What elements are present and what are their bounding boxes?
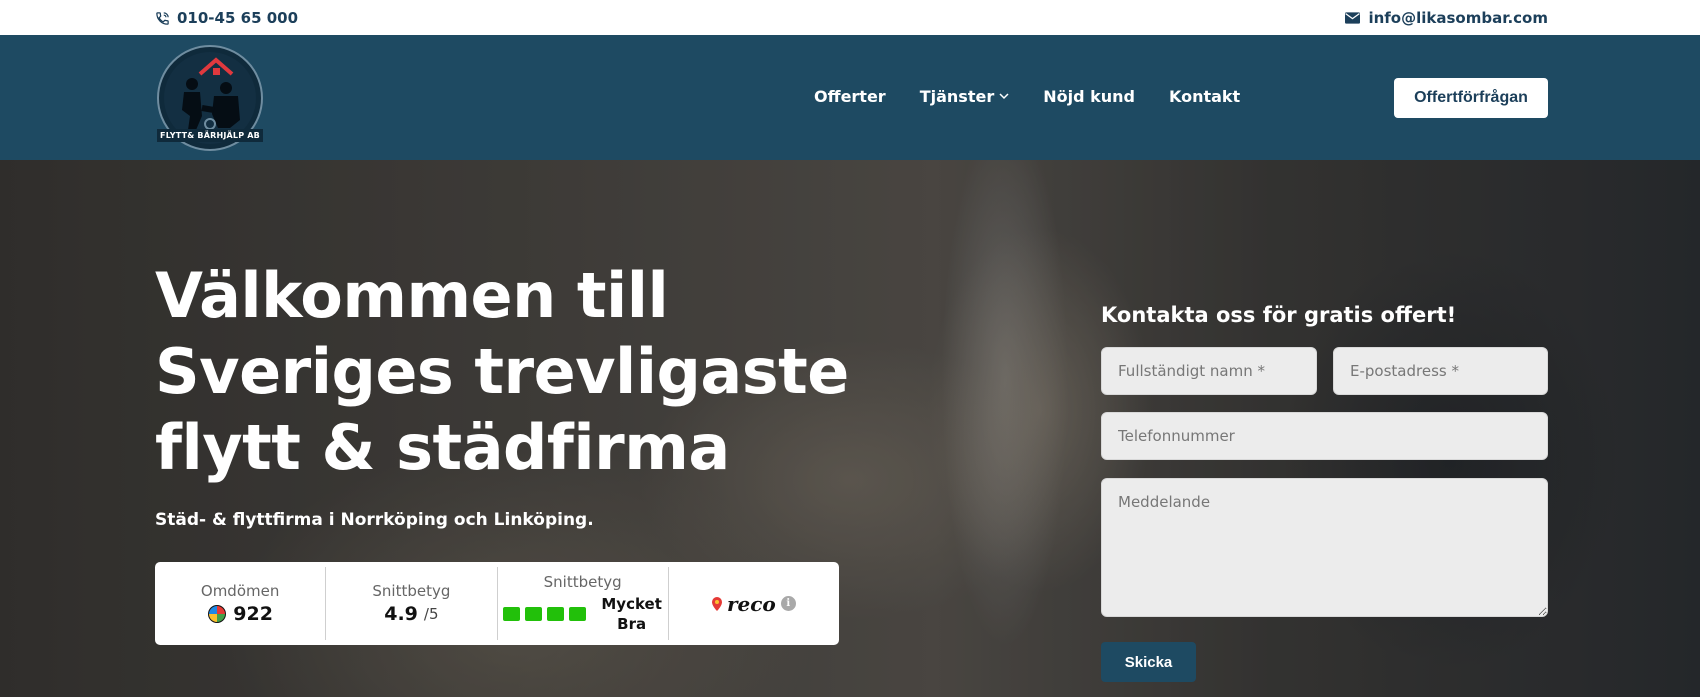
contact-form-title: Kontakta oss för gratis offert! xyxy=(1101,303,1457,327)
quote-request-button[interactable]: Offertförfrågan xyxy=(1394,78,1548,118)
grade-bar xyxy=(503,607,521,621)
reco-logo-icon xyxy=(208,605,227,623)
nav-item-kontakt[interactable]: Kontakt xyxy=(1169,87,1240,106)
hero-section: Välkommen till Sveriges trevligaste flyt… xyxy=(0,160,1700,697)
rating-average: Snittbetyg 4.9 /5 xyxy=(326,567,498,640)
top-bar: 010-45 65 000 info@likasombar.com xyxy=(0,0,1700,35)
reco-wordmark: reco xyxy=(726,591,776,616)
phone-input[interactable] xyxy=(1101,412,1548,460)
logo-caption: FLYTT& BÄRHJÄLP AB xyxy=(156,123,264,142)
grade-text-line: Mycket xyxy=(601,595,662,613)
email-link[interactable]: info@likasombar.com xyxy=(1345,8,1548,28)
average-value: 4.9 /5 xyxy=(384,603,438,625)
phone-link[interactable]: 010-45 65 000 xyxy=(155,8,298,28)
main-nav: Offerter Tjänster Nöjd kund Kontakt xyxy=(814,87,1240,106)
nav-item-offerter[interactable]: Offerter xyxy=(814,87,886,106)
reviews-count: 922 xyxy=(233,603,273,625)
nav-item-label: Tjänster xyxy=(919,87,995,106)
nav-item-label: Offerter xyxy=(814,87,886,106)
rating-grade: Snittbetyg Mycket Bra xyxy=(498,567,669,640)
message-textarea[interactable] xyxy=(1101,478,1548,617)
rating-brand: reco i xyxy=(669,567,839,640)
hero-title: Välkommen till Sveriges trevligaste flyt… xyxy=(155,258,875,486)
info-icon[interactable]: i xyxy=(780,596,796,611)
logo-text: FLYTT& BÄRHJÄLP AB xyxy=(157,129,263,142)
email-address: info@likasombar.com xyxy=(1368,9,1548,27)
hero-title-line: flytt & städfirma xyxy=(155,411,730,484)
grade-text-line: Bra xyxy=(617,615,647,633)
reco-pin-icon xyxy=(711,596,722,611)
rating-widget[interactable]: Omdömen 922 Snittbetyg 4.9 /5 Snittbetyg xyxy=(155,562,839,645)
grade-text: Mycket Bra xyxy=(601,594,662,634)
nav-item-label: Kontakt xyxy=(1168,87,1241,106)
rating-reviews: Omdömen 922 xyxy=(155,567,327,640)
reviews-label: Omdömen xyxy=(200,582,280,600)
site-header: FLYTT& BÄRHJÄLP AB Offerter Tjänster Nöj… xyxy=(0,35,1700,160)
average-scale: /5 xyxy=(423,605,439,623)
grade-bar xyxy=(547,607,565,621)
average-score: 4.9 xyxy=(384,603,418,625)
submit-button[interactable]: Skicka xyxy=(1101,642,1196,682)
nav-item-label: Nöjd kund xyxy=(1043,87,1135,106)
envelope-icon xyxy=(1345,12,1361,24)
hero-title-line: Sveriges trevligaste xyxy=(155,335,849,408)
nav-item-tjanster[interactable]: Tjänster xyxy=(920,87,1010,106)
chevron-down-icon xyxy=(999,93,1009,100)
grade-label: Snittbetyg xyxy=(543,573,622,591)
grade-bar xyxy=(525,607,543,621)
full-name-input[interactable] xyxy=(1101,347,1317,395)
email-input[interactable] xyxy=(1333,347,1548,395)
hero-title-line: Välkommen till xyxy=(155,259,669,332)
company-logo[interactable]: FLYTT& BÄRHJÄLP AB xyxy=(156,44,264,152)
hero-subtitle: Städ- & flyttfirma i Norrköping och Link… xyxy=(155,510,594,530)
reviews-value: 922 xyxy=(207,603,273,625)
phone-icon xyxy=(156,11,169,25)
reco-brand[interactable]: reco i xyxy=(711,591,796,616)
grade-bars: Mycket Bra xyxy=(503,594,662,634)
phone-number: 010-45 65 000 xyxy=(177,9,299,27)
nav-item-nojd-kund[interactable]: Nöjd kund xyxy=(1043,87,1135,106)
grade-bar xyxy=(569,607,587,621)
average-label: Snittbetyg xyxy=(372,582,451,600)
